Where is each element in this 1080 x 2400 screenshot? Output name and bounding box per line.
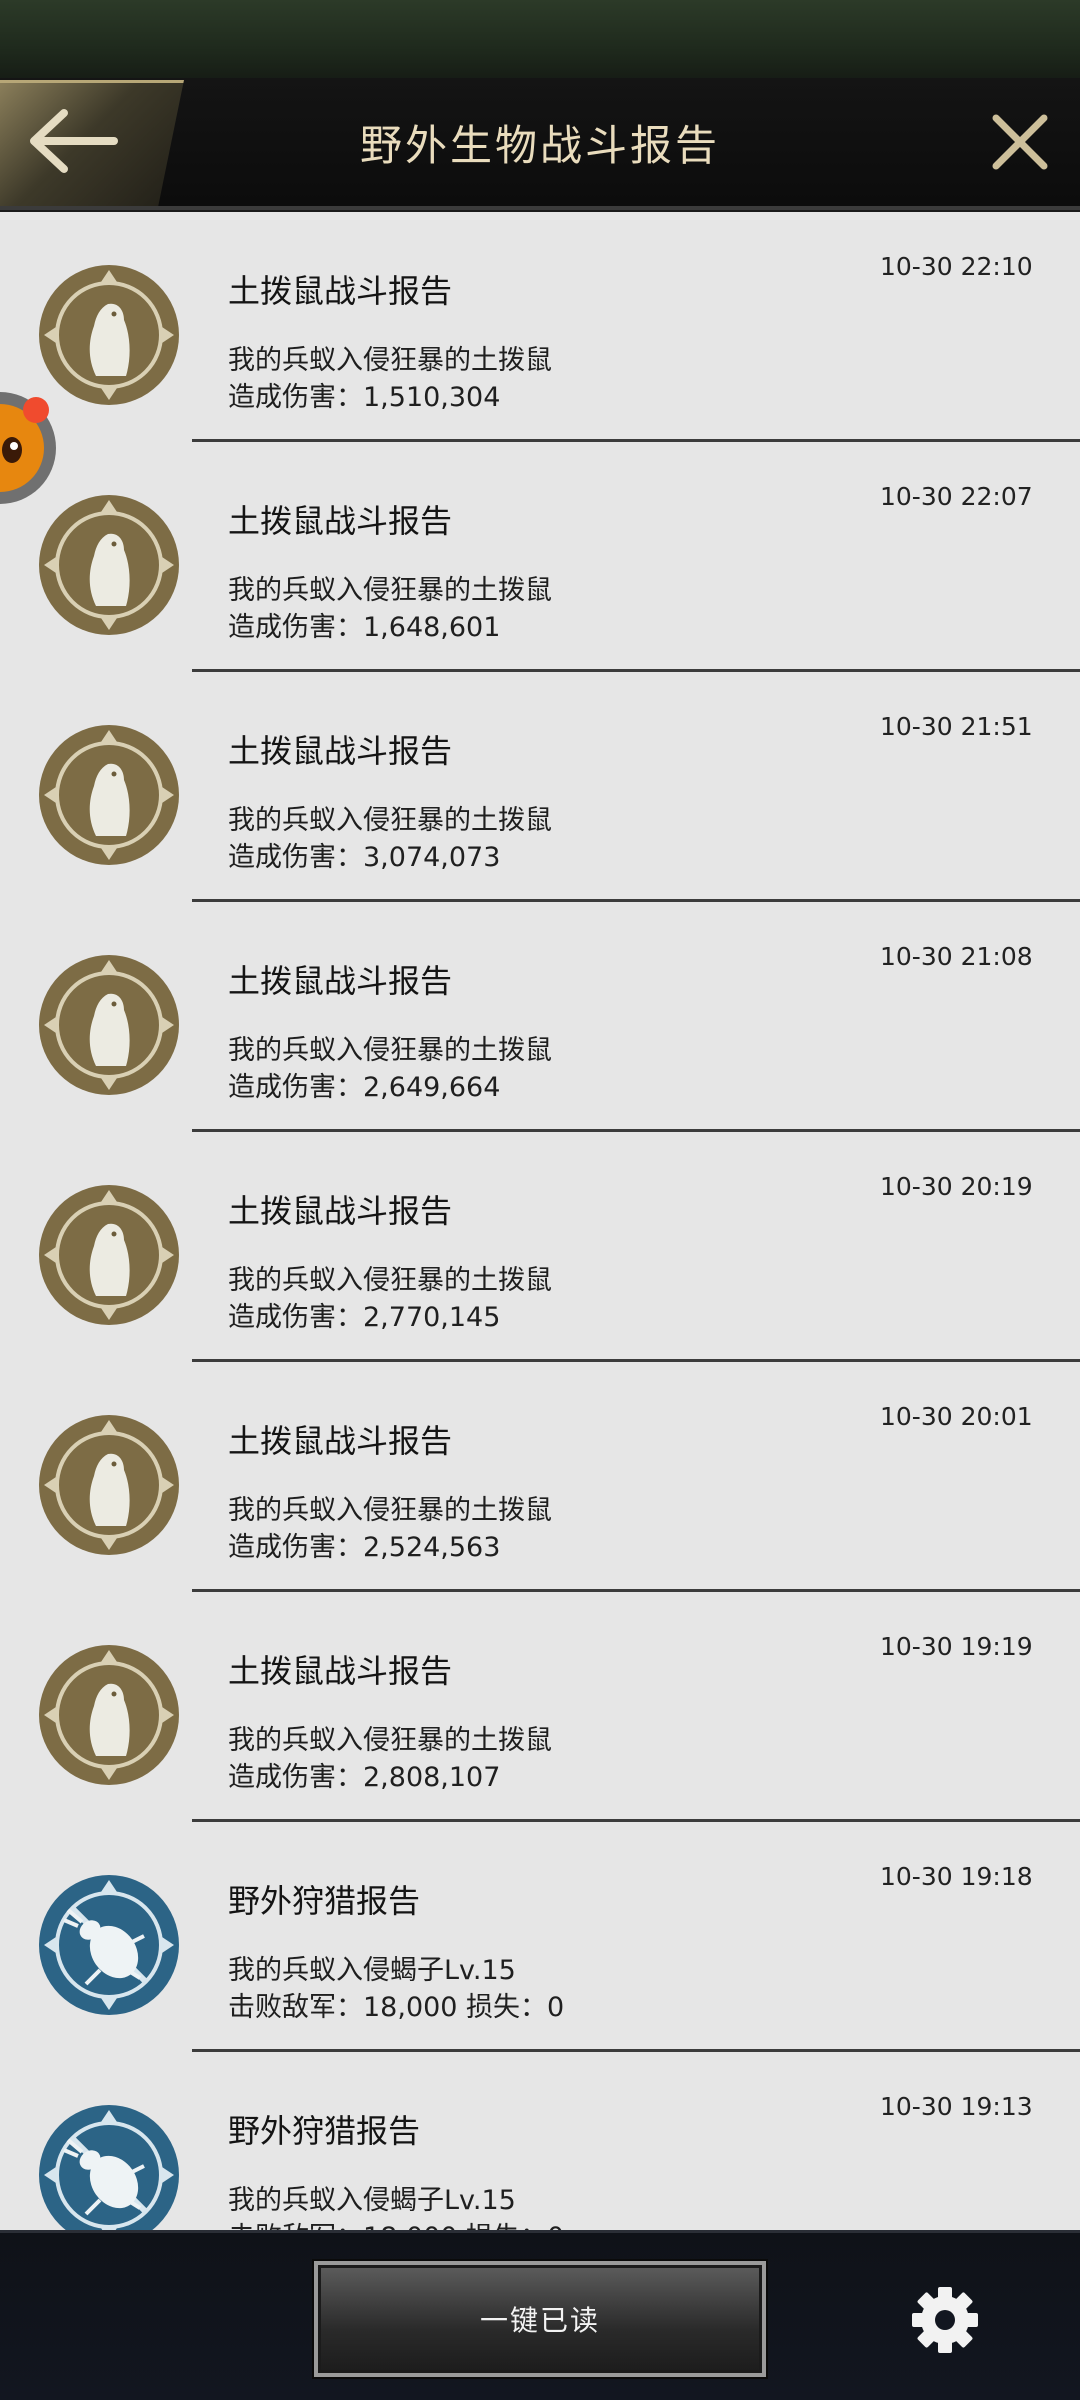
report-title: 土拨鼠战斗报告 (228, 502, 453, 540)
report-title: 土拨鼠战斗报告 (228, 1192, 453, 1230)
report-result: 造成伤害：2,649,664 (228, 1072, 501, 1103)
report-time: 10-30 20:01 (880, 1402, 1033, 1431)
report-list-item[interactable]: 土拨鼠战斗报告 10-30 22:07 我的兵蚁入侵狂暴的土拨鼠 造成伤害：1,648… (0, 442, 1080, 672)
report-time: 10-30 19:18 (880, 1862, 1033, 1891)
mark-all-read-label: 一键已读 (479, 2304, 600, 2337)
report-list-item[interactable]: 野外狩猎报告 10-30 19:18 我的兵蚁入侵蝎子Lv.15 击败敌军：18,00… (0, 1822, 1080, 2052)
report-detail: 我的兵蚁入侵狂暴的土拨鼠 (228, 575, 552, 606)
page-title: 野外生物战斗报告 (359, 121, 720, 170)
report-result: 造成伤害：2,524,563 (228, 1532, 501, 1563)
report-result: 击败敌军：18,000 损失：0 (228, 2215, 564, 2230)
report-title: 土拨鼠战斗报告 (228, 732, 453, 770)
report-list-item[interactable]: 土拨鼠战斗报告 10-30 20:01 我的兵蚁入侵狂暴的土拨鼠 造成伤害：2,524… (0, 1362, 1080, 1592)
report-time: 10-30 21:51 (880, 712, 1033, 741)
report-detail: 我的兵蚁入侵狂暴的土拨鼠 (228, 1495, 552, 1526)
groundhog-icon (38, 494, 180, 636)
report-title: 野外狩猎报告 (228, 1882, 421, 1920)
close-icon (992, 114, 1048, 170)
report-list-item[interactable]: 土拨鼠战斗报告 10-30 21:51 我的兵蚁入侵狂暴的土拨鼠 造成伤害：3,074… (0, 672, 1080, 902)
report-time: 10-30 22:07 (880, 482, 1033, 511)
report-result: 造成伤害：3,074,073 (228, 842, 501, 873)
report-detail: 我的兵蚁入侵狂暴的土拨鼠 (228, 1265, 552, 1296)
report-detail: 我的兵蚁入侵狂暴的土拨鼠 (228, 1725, 552, 1756)
floating-pet-shortcut[interactable] (0, 384, 62, 506)
report-result: 击败敌军：18,000 损失：0 (228, 1992, 565, 2023)
report-detail: 我的兵蚁入侵狂暴的土拨鼠 (228, 805, 552, 836)
groundhog-icon (38, 1184, 180, 1326)
groundhog-icon (38, 954, 180, 1096)
report-result: 造成伤害：2,770,145 (228, 1302, 501, 1333)
report-list-item[interactable]: 土拨鼠战斗报告 10-30 21:08 我的兵蚁入侵狂暴的土拨鼠 造成伤害：2,649… (0, 902, 1080, 1132)
report-detail: 我的兵蚁入侵蝎子Lv.15 (228, 1955, 516, 1986)
groundhog-icon (38, 1414, 180, 1556)
report-list-item[interactable]: 土拨鼠战斗报告 10-30 20:19 我的兵蚁入侵狂暴的土拨鼠 造成伤害：2,770… (0, 1132, 1080, 1362)
header-bar: 野外生物战斗报告 (0, 78, 1080, 210)
footer-bar: 一键已读 (0, 2230, 1080, 2400)
report-list-item[interactable]: 野外狩猎报告 10-30 19:13 我的兵蚁入侵蝎子Lv.15击败敌军：18,00… (0, 2052, 1080, 2230)
report-list-item[interactable]: 土拨鼠战斗报告 10-30 19:19 我的兵蚁入侵狂暴的土拨鼠 造成伤害：2,808… (0, 1592, 1080, 1822)
groundhog-icon (38, 724, 180, 866)
report-time: 10-30 21:08 (880, 942, 1033, 971)
report-list-item[interactable]: 土拨鼠战斗报告 10-30 22:10 我的兵蚁入侵狂暴的土拨鼠 造成伤害：1,510… (0, 212, 1080, 442)
report-title: 土拨鼠战斗报告 (228, 272, 453, 310)
report-title: 野外狩猎报告 (228, 2112, 421, 2150)
report-result: 造成伤害：1,648,601 (228, 612, 501, 643)
report-detail: 我的兵蚁入侵狂暴的土拨鼠 (228, 1035, 552, 1066)
report-time: 10-30 20:19 (880, 1172, 1033, 1201)
report-result: 造成伤害：2,808,107 (228, 1762, 501, 1793)
report-time: 10-30 22:10 (880, 252, 1033, 281)
beetle-icon (38, 2104, 180, 2230)
report-detail: 我的兵蚁入侵狂暴的土拨鼠 (228, 345, 552, 376)
report-time: 10-30 19:13 (880, 2092, 1033, 2121)
mark-all-read-button[interactable]: 一键已读 (314, 2261, 766, 2377)
settings-button[interactable] (908, 2283, 982, 2357)
report-title: 土拨鼠战斗报告 (228, 1422, 453, 1460)
report-time: 10-30 19:19 (880, 1632, 1033, 1661)
game-background-strip (0, 0, 1080, 80)
report-list[interactable]: 土拨鼠战斗报告 10-30 22:10 我的兵蚁入侵狂暴的土拨鼠 造成伤害：1,510… (0, 212, 1080, 2230)
gear-icon (912, 2287, 978, 2353)
groundhog-icon (38, 1644, 180, 1786)
pet-avatar-icon (0, 392, 56, 504)
report-title: 土拨鼠战斗报告 (228, 962, 453, 1000)
report-title: 土拨鼠战斗报告 (228, 1652, 453, 1690)
report-result: 造成伤害：1,510,304 (228, 382, 501, 413)
close-button[interactable] (988, 110, 1052, 174)
beetle-icon (38, 1874, 180, 2016)
report-detail: 我的兵蚁入侵蝎子Lv.15 (228, 2185, 516, 2216)
